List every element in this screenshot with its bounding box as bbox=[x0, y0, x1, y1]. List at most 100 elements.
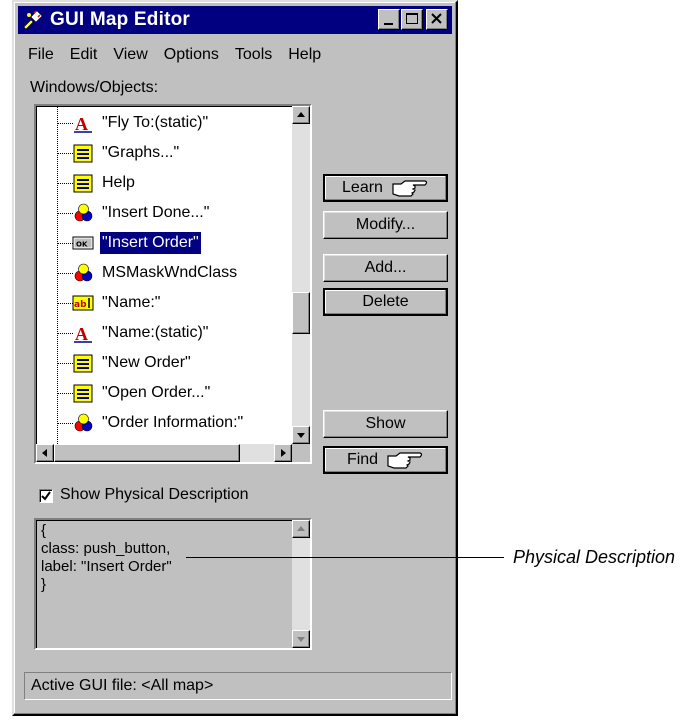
tree-item-label: "Name:(static)" bbox=[102, 324, 209, 341]
delete-button-label: Delete bbox=[362, 293, 409, 310]
tree-item-label: "Insert Order" bbox=[99, 231, 202, 255]
tree-item[interactable]: A "Name:(static)" bbox=[36, 318, 291, 348]
tree-item[interactable]: "Open Order..." bbox=[36, 378, 291, 408]
description-scroll-down-button[interactable] bbox=[292, 630, 310, 648]
svg-text:A: A bbox=[75, 324, 88, 344]
menu-tools[interactable]: Tools bbox=[227, 46, 280, 64]
close-icon bbox=[431, 13, 442, 24]
tree-branch bbox=[57, 273, 73, 274]
arrow-right-icon bbox=[281, 449, 286, 457]
arrow-down-icon bbox=[297, 433, 305, 438]
gui-map-editor-window: GUI Map Editor File Edit View Options To… bbox=[12, 0, 458, 716]
tree-item[interactable]: OK "Insert Order" bbox=[36, 228, 291, 258]
tree-item[interactable]: "Graphs..." bbox=[36, 138, 291, 168]
menu-item-icon bbox=[72, 172, 94, 194]
tree-branch bbox=[57, 213, 73, 214]
find-button-label: Find bbox=[346, 451, 379, 468]
maximize-button[interactable] bbox=[401, 9, 423, 30]
physical-description-callout: Physical Description bbox=[513, 547, 676, 567]
static-text-icon: A bbox=[72, 322, 94, 344]
tree-branch bbox=[57, 423, 73, 424]
tree-item[interactable]: Help bbox=[36, 168, 291, 198]
menu-bar: File Edit View Options Tools Help bbox=[20, 42, 329, 68]
checkmark-icon bbox=[41, 491, 51, 501]
tree-item[interactable]: "New Order" bbox=[36, 348, 291, 378]
learn-button-label: Learn bbox=[342, 179, 383, 196]
object-icon bbox=[72, 262, 94, 284]
minimize-icon bbox=[384, 23, 393, 25]
pointing-hand-icon bbox=[387, 452, 423, 469]
tree-item[interactable]: "Order Information:" bbox=[36, 408, 291, 438]
svg-text:OK: OK bbox=[76, 241, 88, 249]
show-button[interactable]: Show bbox=[323, 410, 448, 438]
tree-branch bbox=[57, 393, 73, 394]
tree-branch bbox=[57, 363, 73, 364]
tree-item-label: "Name:" bbox=[102, 294, 161, 311]
tree-vertical-scrollbar[interactable] bbox=[292, 106, 310, 444]
description-vertical-scrollbar[interactable] bbox=[292, 520, 310, 648]
description-line: class: push_button, bbox=[41, 540, 171, 557]
object-icon bbox=[72, 412, 94, 434]
tree-branch bbox=[57, 123, 73, 124]
pointing-hand-icon bbox=[392, 180, 428, 197]
description-line: label: "Insert Order" bbox=[41, 558, 172, 575]
arrow-left-icon bbox=[42, 449, 47, 457]
show-button-label: Show bbox=[365, 415, 406, 432]
scroll-down-button[interactable] bbox=[292, 426, 310, 444]
tree-item-label: Help bbox=[102, 174, 135, 191]
objects-tree[interactable]: A "Fly To:(static)" "Graphs..." Help "Insert… bbox=[34, 104, 312, 464]
tree-item-label: "Open Order..." bbox=[102, 384, 211, 401]
tree-horizontal-scrollbar[interactable] bbox=[36, 444, 292, 462]
tree-branch bbox=[57, 153, 73, 154]
window-title: GUI Map Editor bbox=[50, 9, 191, 30]
scroll-corner bbox=[292, 444, 310, 462]
modify-button-label: Modify... bbox=[355, 216, 416, 233]
tree-branch bbox=[57, 183, 73, 184]
tree-item-label: "New Order" bbox=[102, 354, 191, 371]
object-icon bbox=[72, 202, 94, 224]
menu-view[interactable]: View bbox=[105, 46, 155, 64]
arrow-up-icon bbox=[297, 112, 305, 117]
show-physical-description-checkbox[interactable] bbox=[39, 489, 53, 503]
status-bar: Active GUI file: <All map> bbox=[24, 672, 452, 700]
tree-item[interactable]: ab "Name:" bbox=[36, 288, 291, 318]
delete-button[interactable]: Delete bbox=[323, 288, 448, 316]
find-button[interactable]: Find bbox=[323, 446, 448, 474]
menu-options[interactable]: Options bbox=[156, 46, 227, 64]
add-button[interactable]: Add... bbox=[323, 254, 448, 282]
menu-edit[interactable]: Edit bbox=[62, 46, 106, 64]
tree-vertical-thumb[interactable] bbox=[292, 292, 310, 334]
modify-button[interactable]: Modify... bbox=[323, 211, 448, 239]
tree-item-label: "Graphs..." bbox=[102, 144, 180, 161]
description-line: } bbox=[41, 576, 47, 593]
tree-item[interactable]: A "Fly To:(static)" bbox=[36, 108, 291, 138]
minimize-button[interactable] bbox=[378, 9, 400, 30]
menu-file[interactable]: File bbox=[20, 46, 62, 64]
title-bar[interactable]: GUI Map Editor bbox=[18, 6, 452, 34]
arrow-down-icon bbox=[297, 637, 305, 642]
scroll-right-button[interactable] bbox=[274, 444, 292, 462]
svg-text:ab: ab bbox=[74, 300, 87, 310]
learn-button[interactable]: Learn bbox=[323, 174, 448, 202]
tree-item-label: "Order Information:" bbox=[102, 414, 244, 431]
svg-text:A: A bbox=[75, 114, 88, 134]
menu-item-icon bbox=[72, 382, 94, 404]
arrow-up-icon bbox=[297, 526, 305, 531]
menu-help[interactable]: Help bbox=[280, 46, 329, 64]
tree-horizontal-thumb[interactable] bbox=[54, 444, 240, 462]
description-line: { bbox=[41, 522, 47, 539]
physical-description-box[interactable]: { class: push_button, label: "Insert Ord… bbox=[34, 518, 312, 650]
close-button[interactable] bbox=[426, 9, 448, 30]
tree-item[interactable]: MSMaskWndClass bbox=[36, 258, 291, 288]
windows-objects-label: Windows/Objects: bbox=[30, 79, 159, 96]
scroll-left-button[interactable] bbox=[36, 444, 54, 462]
add-button-label: Add... bbox=[364, 259, 407, 276]
scroll-up-button[interactable] bbox=[292, 106, 310, 124]
tree-item-label: MSMaskWndClass bbox=[102, 264, 238, 281]
description-scroll-up-button[interactable] bbox=[292, 520, 310, 538]
tree-item-label: "Insert Done..." bbox=[102, 204, 210, 221]
tree-item[interactable]: "Insert Done..." bbox=[36, 198, 291, 228]
menu-item-icon bbox=[72, 352, 94, 374]
app-icon bbox=[22, 9, 44, 31]
show-physical-description-label: Show Physical Description bbox=[60, 486, 249, 503]
